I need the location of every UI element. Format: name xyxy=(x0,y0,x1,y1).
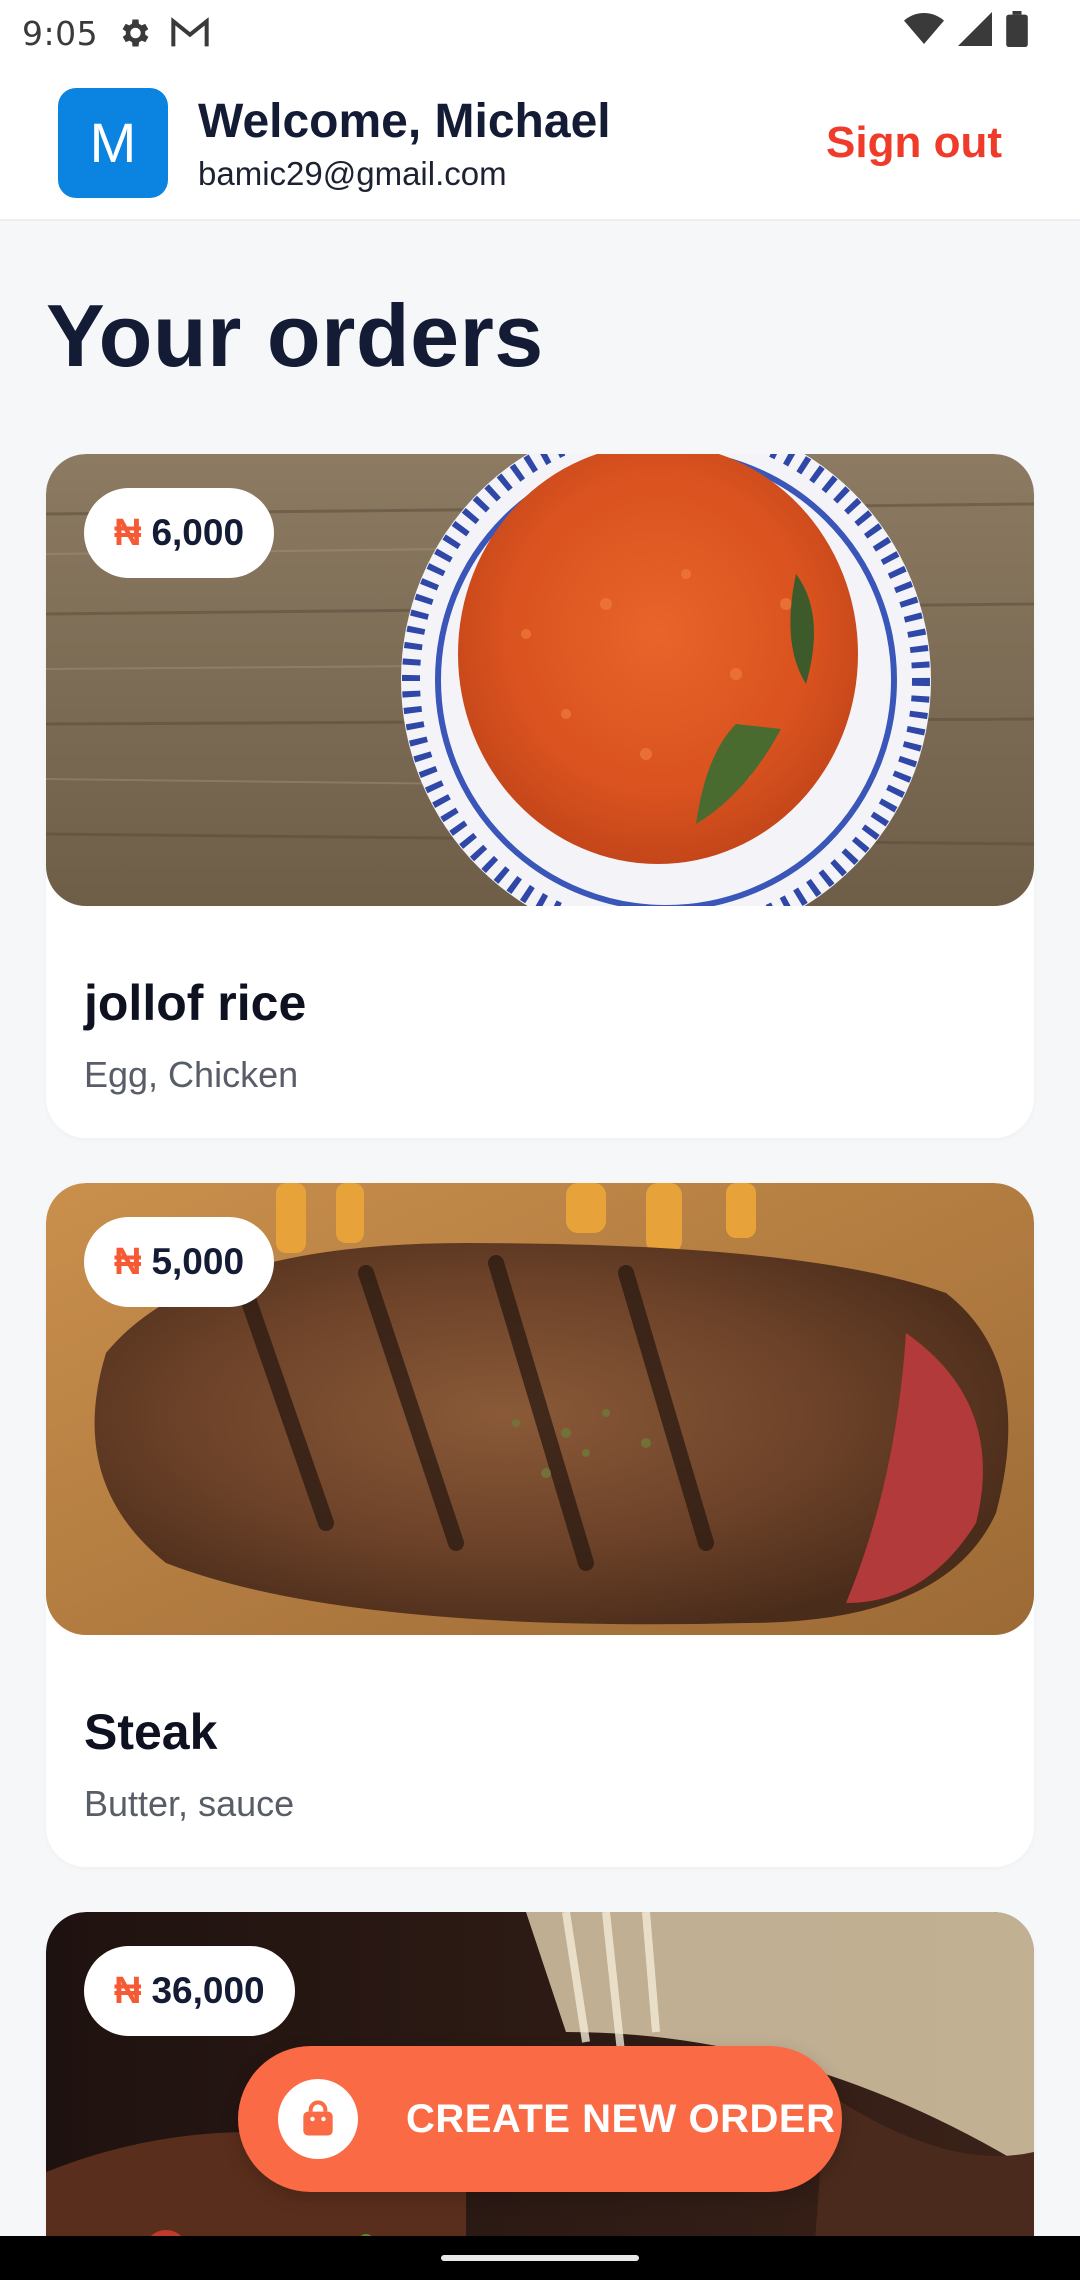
price-badge: ₦ 36,000 xyxy=(84,1946,295,2036)
home-gesture-handle[interactable] xyxy=(441,2255,639,2261)
price-badge: ₦ 6,000 xyxy=(84,488,275,578)
order-card[interactable]: ₦ 5,000 Steak Butter, sauce xyxy=(46,1183,1034,1867)
order-name: jollof rice xyxy=(84,975,307,1031)
shopping-bag-icon xyxy=(278,2079,358,2159)
gmail-icon xyxy=(170,16,210,50)
create-new-order-label: CREATE NEW ORDER xyxy=(406,2096,836,2141)
cellular-icon xyxy=(958,11,992,55)
user-email: bamic29@gmail.com xyxy=(198,154,507,192)
user-info: Welcome, Michael bamic29@gmail.com xyxy=(198,93,611,193)
order-name: Steak xyxy=(84,1704,218,1760)
page-title: Your orders xyxy=(46,286,544,385)
gear-icon xyxy=(116,15,152,51)
currency-symbol: ₦ xyxy=(114,1240,142,1283)
welcome-text: Welcome, Michael xyxy=(198,94,611,148)
avatar[interactable]: M xyxy=(58,87,168,198)
currency-symbol: ₦ xyxy=(114,511,142,554)
create-new-order-button[interactable]: CREATE NEW ORDER xyxy=(238,2046,842,2192)
status-time: 9:05 xyxy=(22,13,99,53)
order-description: Egg, Chicken xyxy=(84,1054,299,1095)
wifi-icon xyxy=(904,12,944,55)
price-amount: 6,000 xyxy=(151,512,245,553)
navigation-bar xyxy=(0,2236,1080,2280)
order-description: Butter, sauce xyxy=(84,1783,295,1824)
status-bar: 9:05 xyxy=(0,0,1080,66)
price-badge: ₦ 5,000 xyxy=(84,1217,275,1307)
sign-out-button[interactable]: Sign out xyxy=(826,118,1002,168)
currency-symbol: ₦ xyxy=(114,1969,142,2012)
price-amount: 5,000 xyxy=(151,1241,245,1282)
app-header: M Welcome, Michael bamic29@gmail.com Sig… xyxy=(0,66,1080,221)
orders-screen: 9:05 M Welcome, Michael bamic29@gmail.co… xyxy=(0,0,1080,2280)
battery-icon xyxy=(1006,10,1028,56)
price-amount: 36,000 xyxy=(151,1970,265,2011)
order-card[interactable]: ₦ 6,000 jollof rice Egg, Chicken xyxy=(46,454,1034,1138)
